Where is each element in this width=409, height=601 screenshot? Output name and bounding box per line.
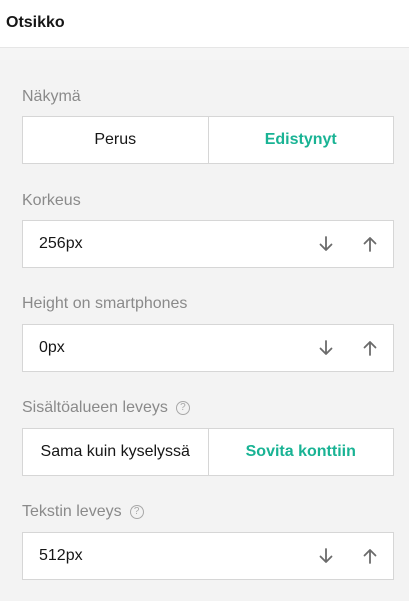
text-width-value[interactable]: 512px (39, 533, 83, 579)
text-width-label-text: Tekstin leveys (22, 503, 122, 520)
smartphone-height-label-text: Height on smartphones (22, 295, 188, 312)
view-toggle: Perus Edistynyt (22, 116, 394, 164)
panel-header: Otsikko (0, 0, 409, 48)
height-stepper: 256px (22, 220, 394, 268)
content-width-label: Sisältöalueen leveys ? (22, 399, 190, 417)
content-width-option-same[interactable]: Sama kuin kyselyssä (22, 428, 209, 476)
text-width-stepper: 512px (22, 532, 394, 580)
smartphone-height-label: Height on smartphones (22, 295, 187, 313)
header-title: Otsikko (6, 14, 65, 31)
smartphone-height-stepper: 0px (22, 324, 394, 372)
view-label-text: Näkymä (22, 88, 81, 105)
content-width-label-text: Sisältöalueen leveys (22, 399, 168, 416)
question-circle-icon[interactable]: ? (175, 401, 190, 415)
smartphone-height-value[interactable]: 0px (39, 325, 65, 371)
view-option-basic[interactable]: Perus (22, 116, 209, 164)
arrow-down-icon[interactable] (316, 338, 336, 358)
content-width-option-fit[interactable]: Sovita konttiin (208, 428, 394, 476)
text-width-label: Tekstin leveys ? (22, 503, 144, 521)
height-label: Korkeus (22, 192, 81, 210)
height-value[interactable]: 256px (39, 221, 83, 267)
content-width-toggle: Sama kuin kyselyssä Sovita konttiin (22, 428, 394, 476)
arrow-down-icon[interactable] (316, 546, 336, 566)
view-option-advanced[interactable]: Edistynyt (208, 116, 394, 164)
arrow-up-icon[interactable] (360, 234, 380, 254)
arrow-up-icon[interactable] (360, 338, 380, 358)
height-label-text: Korkeus (22, 192, 81, 209)
arrow-up-icon[interactable] (360, 546, 380, 566)
question-circle-icon[interactable]: ? (129, 505, 144, 519)
arrow-down-icon[interactable] (316, 234, 336, 254)
view-label: Näkymä (22, 88, 81, 106)
